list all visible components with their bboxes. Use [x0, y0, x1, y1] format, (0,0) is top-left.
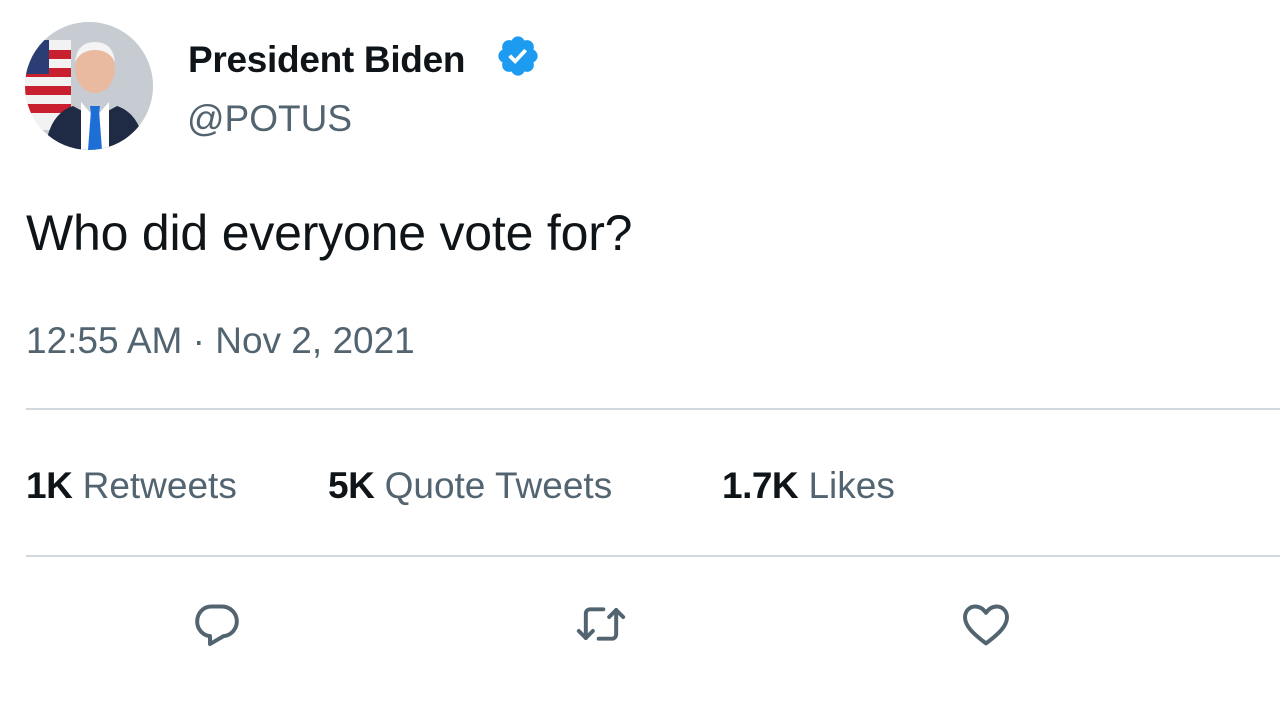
reply-button[interactable] — [189, 596, 245, 652]
reply-icon — [195, 604, 239, 647]
quote-tweets-count: 5K — [328, 465, 375, 506]
tweet-timestamp: 12:55 AM · Nov 2, 2021 — [26, 319, 415, 363]
retweets-stat[interactable]: 1K Retweets — [26, 464, 237, 508]
likes-stat[interactable]: 1.7K Likes — [722, 464, 895, 508]
tweet-time[interactable]: 12:55 AM — [26, 320, 182, 361]
divider-bottom — [26, 555, 1280, 557]
avatar-image — [25, 22, 153, 150]
quote-tweets-label: Quote Tweets — [384, 465, 613, 506]
retweet-icon — [576, 607, 626, 641]
likes-label: Likes — [808, 465, 895, 506]
avatar[interactable] — [25, 22, 153, 150]
retweets-label: Retweets — [82, 465, 237, 506]
like-button[interactable] — [958, 596, 1014, 652]
timestamp-separator: · — [192, 320, 205, 361]
retweet-button[interactable] — [573, 596, 629, 652]
verified-badge-icon[interactable] — [495, 33, 541, 79]
divider-top — [26, 408, 1280, 410]
retweets-count: 1K — [26, 465, 73, 506]
tweet-date[interactable]: Nov 2, 2021 — [215, 320, 415, 361]
likes-count: 1.7K — [722, 465, 799, 506]
like-icon — [963, 604, 1009, 646]
display-name[interactable]: President Biden — [188, 38, 465, 82]
user-handle[interactable]: @POTUS — [187, 97, 352, 141]
quote-tweets-stat[interactable]: 5K Quote Tweets — [328, 464, 612, 508]
tweet-text: Who did everyone vote for? — [26, 205, 633, 261]
